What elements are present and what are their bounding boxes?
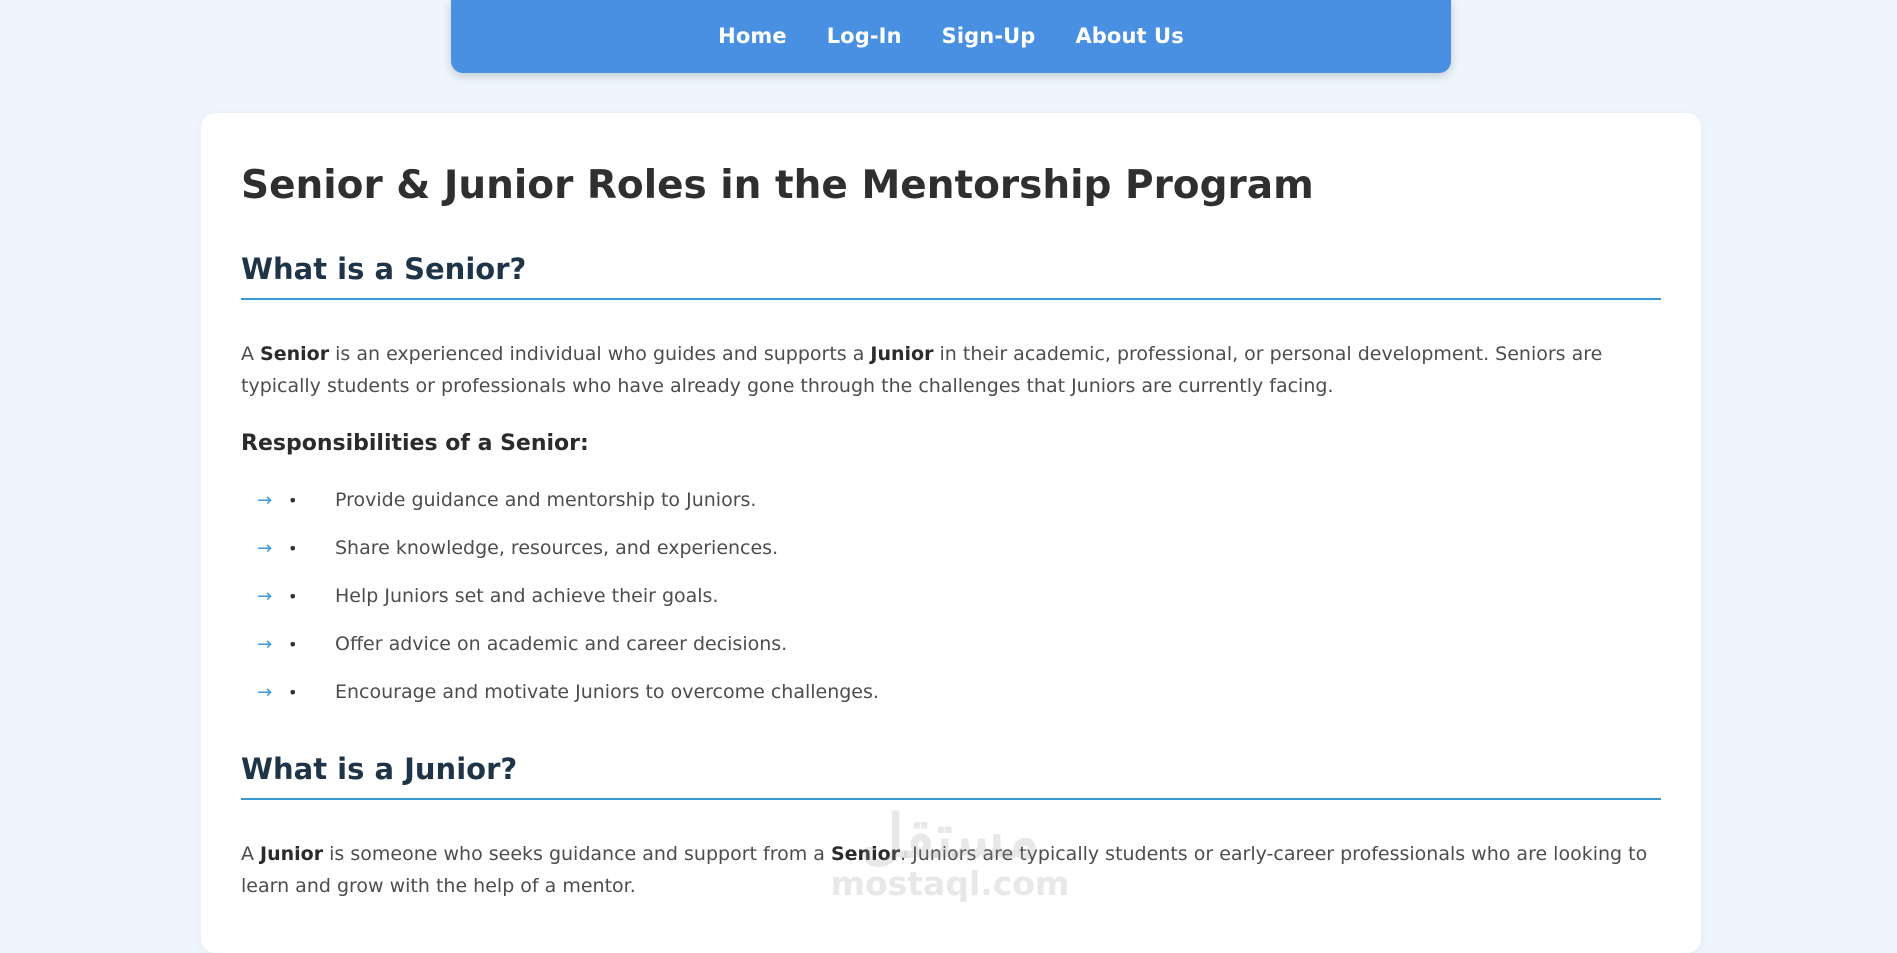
nav-link-home[interactable]: Home <box>718 24 787 48</box>
list-item-text: Provide guidance and mentorship to Junio… <box>335 489 757 511</box>
responsibilities-list: → • Provide guidance and mentorship to J… <box>257 476 879 716</box>
junior-description: A Junior is someone who seeks guidance a… <box>241 838 1661 902</box>
list-item: → • Provide guidance and mentorship to J… <box>257 476 879 524</box>
top-navigation-bar: Home Log-In Sign-Up About Us <box>451 0 1451 73</box>
nav-link-sign-up[interactable]: Sign-Up <box>942 24 1036 48</box>
senior-description-text: A <box>241 343 261 365</box>
arrow-right-icon: → <box>257 681 273 703</box>
list-item-text: Help Juniors set and achieve their goals… <box>335 585 719 607</box>
bullet-icon: • <box>288 586 298 606</box>
junior-section-heading: What is a Junior? <box>241 752 1661 800</box>
responsibilities-heading: Responsibilities of a Senior: <box>241 431 589 456</box>
arrow-right-icon: → <box>257 633 273 655</box>
junior-description-text: is someone who seeks guidance and suppor… <box>323 843 831 865</box>
arrow-right-icon: → <box>257 585 273 607</box>
nav-link-log-in[interactable]: Log-In <box>827 24 902 48</box>
list-item-text: Share knowledge, resources, and experien… <box>335 537 779 559</box>
junior-term: Junior <box>260 843 324 865</box>
senior-section-heading: What is a Senior? <box>241 252 1661 300</box>
content-card: Senior & Junior Roles in the Mentorship … <box>201 113 1701 953</box>
page-title: Senior & Junior Roles in the Mentorship … <box>241 163 1314 208</box>
senior-description: A Senior is an experienced individual wh… <box>241 338 1661 402</box>
list-item: → • Share knowledge, resources, and expe… <box>257 524 879 572</box>
arrow-right-icon: → <box>257 489 273 511</box>
senior-term: Senior <box>830 843 901 865</box>
list-item-text: Offer advice on academic and career deci… <box>335 633 788 655</box>
bullet-icon: • <box>288 538 298 558</box>
junior-term: Junior <box>870 343 934 365</box>
arrow-right-icon: → <box>257 537 273 559</box>
senior-term: Senior <box>260 343 330 365</box>
bullet-icon: • <box>288 490 298 510</box>
bullet-icon: • <box>288 682 298 702</box>
list-item: → • Encourage and motivate Juniors to ov… <box>257 668 879 716</box>
list-item: → • Offer advice on academic and career … <box>257 620 879 668</box>
list-item-text: Encourage and motivate Juniors to overco… <box>335 681 879 703</box>
senior-description-text: is an experienced individual who guides … <box>329 343 871 365</box>
junior-description-text: A <box>241 843 261 865</box>
bullet-icon: • <box>288 634 298 654</box>
list-item: → • Help Juniors set and achieve their g… <box>257 572 879 620</box>
nav-link-about-us[interactable]: About Us <box>1075 24 1183 48</box>
